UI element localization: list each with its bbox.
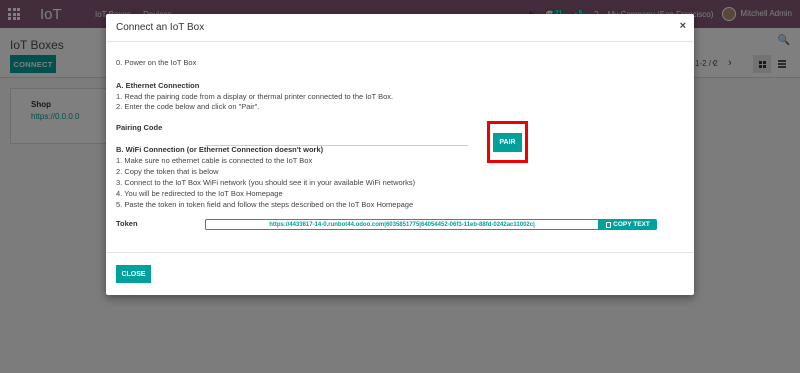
close-button[interactable]: CLOSE [116, 265, 151, 283]
copy-text-label: COPY TEXT [613, 221, 650, 228]
token-field[interactable]: https://4433617-14-0.runbot44.odoo.com|6… [205, 219, 599, 230]
modal-footer: CLOSE [106, 252, 694, 295]
step-power-on: 0. Power on the IoT Box [116, 58, 197, 67]
token-label: Token [116, 219, 138, 228]
wifi-step-1: 1. Make sure no ethernet cable is connec… [116, 156, 313, 165]
wifi-heading: B. WiFi Connection (or Ethernet Connecti… [116, 145, 324, 154]
copy-text-button[interactable]: COPY TEXT [599, 219, 657, 230]
ethernet-step-1: 1. Read the pairing code from a display … [116, 92, 394, 101]
wifi-step-4: 4. You will be redirected to the IoT Box… [116, 189, 283, 198]
wifi-step-2: 2. Copy the token that is below [116, 167, 219, 176]
modal-title: Connect an IoT Box [116, 22, 205, 33]
connect-iot-box-dialog: Connect an IoT Box × 0. Power on the IoT… [106, 14, 694, 295]
close-icon[interactable]: × [680, 20, 686, 32]
modal-body: 0. Power on the IoT Box A. Ethernet Conn… [106, 43, 694, 252]
modal-header: Connect an IoT Box × [106, 14, 694, 42]
wifi-step-3: 3. Connect to the IoT Box WiFi network (… [116, 178, 416, 187]
wifi-step-5: 5. Paste the token in token field and fo… [116, 200, 414, 209]
pair-button[interactable]: PAIR [493, 133, 522, 152]
copy-icon [606, 221, 612, 228]
ethernet-heading: A. Ethernet Connection [116, 81, 200, 90]
pairing-code-label: Pairing Code [116, 123, 163, 132]
ethernet-step-2: 2. Enter the code below and click on "Pa… [116, 102, 260, 111]
